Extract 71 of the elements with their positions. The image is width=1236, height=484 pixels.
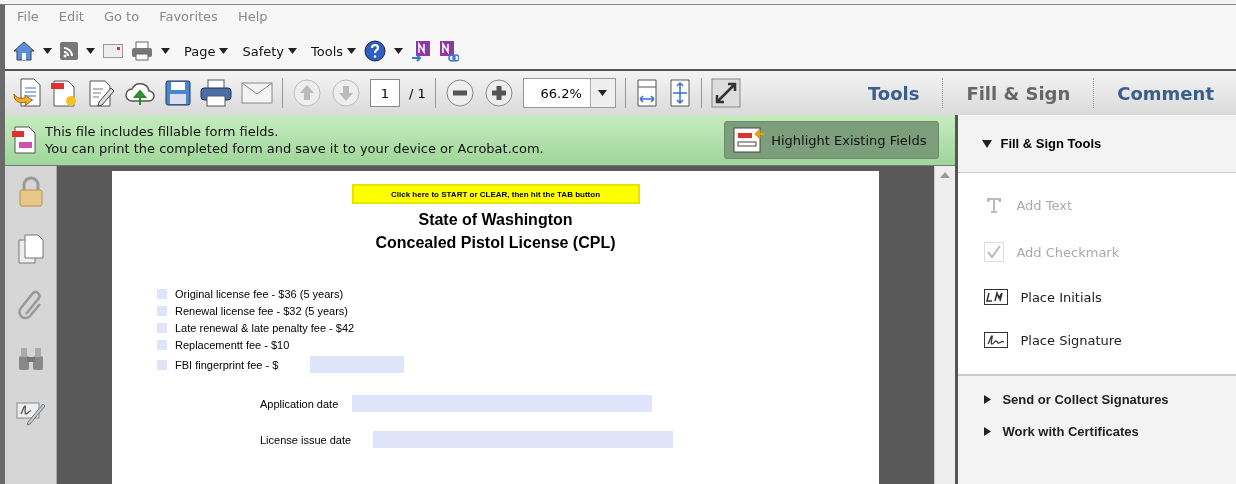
signature-icon [984, 332, 1009, 348]
section-title[interactable]: Fill & Sign Tools [1000, 136, 1102, 151]
caret-icon[interactable] [598, 90, 608, 96]
collapsed-icon [984, 427, 993, 436]
date-label: Application date [260, 397, 339, 410]
notification-text: This file includes fillable form fields. You can print the completed form and save it to your device or Acrobat.com. [45, 123, 545, 157]
caret-icon[interactable] [347, 48, 357, 54]
date-input-field[interactable] [373, 431, 674, 448]
checkbox[interactable] [157, 323, 167, 333]
help-icon[interactable] [364, 40, 387, 62]
fee-label: Late renewal & late penalty fee - $42 [175, 322, 355, 334]
tab[interactable]: Tools [853, 82, 934, 104]
tool-item[interactable]: Place Signature [984, 332, 1236, 348]
scroll-up-icon[interactable] [940, 172, 951, 178]
toolbar-menu[interactable]: Safety [242, 43, 285, 59]
zoom-field[interactable]: 66.2% [522, 78, 616, 108]
notebook-icon[interactable] [411, 40, 432, 62]
document-icon[interactable] [13, 78, 41, 108]
caret-icon[interactable] [161, 48, 170, 54]
form-icon [11, 125, 37, 155]
full-screen-icon[interactable] [710, 78, 741, 108]
checkbox[interactable] [157, 340, 167, 350]
initials-icon [984, 289, 1009, 305]
checkbox[interactable] [157, 289, 167, 299]
date-input-field[interactable] [352, 395, 653, 412]
notebook-icon[interactable] [439, 40, 460, 62]
tab[interactable]: Comment [1103, 82, 1228, 104]
zoom-in-icon[interactable] [483, 78, 514, 108]
caret-icon[interactable] [86, 48, 95, 54]
fee-label: Renewal license fee - $32 (5 years) [175, 305, 349, 317]
caret-icon[interactable] [288, 48, 298, 54]
caret-icon[interactable] [394, 48, 404, 54]
tool-item[interactable]: Place Initials [984, 289, 1236, 305]
start-button[interactable]: Click here to START or CLEAR, then hit the TAB button [351, 184, 640, 204]
fit-width-icon[interactable] [634, 79, 659, 107]
binoculars-icon[interactable] [16, 346, 45, 372]
page-number-field[interactable]: 1 [370, 79, 400, 107]
highlight-fields-button[interactable]: Highlight Existing Fields [724, 121, 940, 159]
date-label: License issue date [260, 433, 352, 446]
save-icon[interactable] [165, 80, 191, 106]
collapsed-icon [984, 395, 993, 404]
checkbox[interactable] [157, 359, 167, 370]
fit-page-icon[interactable] [667, 79, 692, 107]
page-count: / 1 [409, 85, 426, 101]
fee-label: Replacementt fee - $10 [175, 339, 290, 351]
edit-document-icon[interactable] [87, 78, 115, 108]
checkmark-icon [984, 242, 1005, 262]
expanded-icon[interactable] [982, 138, 993, 149]
feed-icon[interactable] [60, 42, 78, 60]
panel-group[interactable]: Send or Collect Signatures [984, 392, 1236, 407]
document-title: Concealed Pistol License (CPL) [375, 233, 616, 253]
home-icon[interactable] [13, 41, 35, 61]
printer-icon[interactable] [200, 79, 232, 107]
toolbar-menu[interactable]: Page [184, 43, 216, 59]
mail-icon[interactable] [103, 44, 123, 58]
pages-icon[interactable] [17, 234, 44, 264]
toolbar-menu[interactable]: Tools [311, 43, 344, 59]
printer-icon[interactable] [131, 41, 153, 61]
tab[interactable]: Fill & Sign [952, 82, 1085, 104]
checkbox[interactable] [157, 306, 167, 316]
caret-icon[interactable] [43, 48, 52, 54]
highlight-fields-icon [733, 126, 766, 154]
new-document-icon[interactable] [50, 78, 78, 108]
fee-input-field[interactable] [310, 356, 405, 373]
paperclip-icon[interactable] [17, 290, 44, 320]
zoom-out-icon[interactable] [444, 78, 475, 108]
fee-label: FBI fingerprint fee - $ [175, 358, 279, 371]
panel-group[interactable]: Work with Certificates [984, 424, 1236, 439]
fee-label: Original license fee - $36 (5 years) [175, 288, 344, 300]
document-title: State of Washington [417, 210, 574, 230]
caret-icon[interactable] [219, 48, 229, 54]
